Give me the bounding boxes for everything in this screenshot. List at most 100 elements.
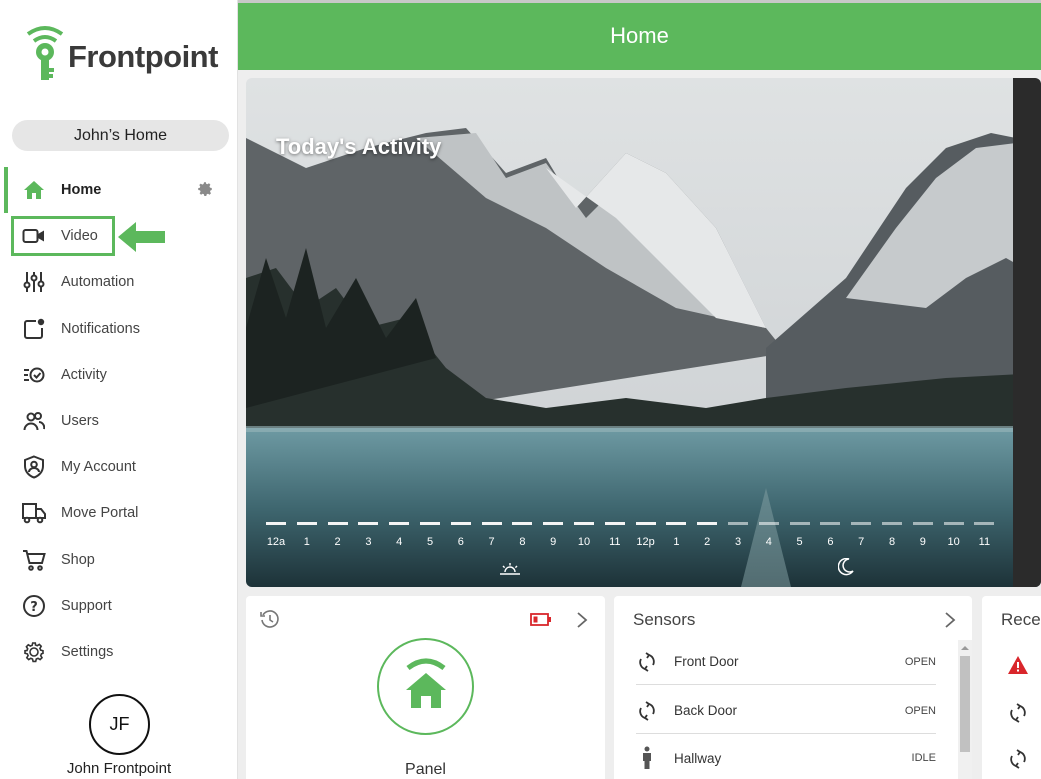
sidebar-item-my-account[interactable]: My Account: [0, 444, 238, 490]
timeline-hour-segment[interactable]: [420, 522, 440, 525]
sensor-row[interactable]: Hallway IDLE: [636, 735, 936, 779]
sidebar-item-label: Notifications: [61, 320, 140, 337]
timeline-hour-segment[interactable]: [327, 522, 348, 525]
sidebar-item-notifications[interactable]: Notifications: [0, 306, 238, 352]
timeline-hour-segment[interactable]: [851, 522, 872, 525]
timeline-hour-label: 7: [488, 536, 495, 548]
timeline-hour-label: 6: [827, 536, 834, 548]
chevron-right-icon[interactable]: [944, 611, 956, 629]
video-highlight-box: [11, 216, 115, 256]
timeline-hour-segment[interactable]: [389, 522, 410, 525]
timeline-hour-segment[interactable]: [758, 522, 779, 525]
timeline-hour-segment[interactable]: [296, 522, 317, 525]
question-circle-icon: ?: [22, 594, 46, 618]
shopping-cart-icon: [22, 548, 46, 572]
house-icon: [22, 178, 46, 202]
sidebar-item-users[interactable]: Users: [0, 398, 238, 444]
scroll-up-arrow-icon[interactable]: [958, 642, 972, 654]
timeline-hour-label: 2: [704, 536, 711, 548]
sidebar-item-label: My Account: [61, 459, 136, 476]
timeline-hour-segment[interactable]: [266, 522, 286, 525]
timeline-hour-label: 8: [888, 536, 896, 548]
sidebar-item-automation[interactable]: Automation: [0, 259, 238, 305]
recent-title: Recen: [1001, 610, 1041, 629]
chevron-right-icon[interactable]: [576, 611, 588, 629]
sensors-card[interactable]: Sensors Front Door OPEN Back Door OPEN H…: [614, 596, 972, 779]
panel-label: Panel: [405, 761, 446, 778]
user-avatar[interactable]: JF: [89, 694, 150, 755]
timeline-hour-segment[interactable]: [912, 522, 933, 525]
timeline-hour-segment[interactable]: [450, 522, 471, 525]
activity-title: Today's Activity: [276, 134, 442, 159]
sensors-title: Sensors: [633, 610, 696, 629]
sidebar-item-shop[interactable]: Shop: [0, 537, 238, 583]
timeline-hour-segment[interactable]: [512, 522, 533, 525]
sidebar-item-settings[interactable]: Settings: [0, 629, 238, 675]
sensor-name: Front Door: [674, 654, 739, 669]
sensor-row[interactable]: Back Door OPEN: [636, 688, 936, 734]
todays-activity-card[interactable]: Today's Activity 12a 1 2 3 4 5 6 7 8 9 10 11 12p 1 2 3 4…: [246, 78, 1041, 587]
timeline-hour-label: 7: [858, 536, 865, 548]
timeline-hour-segment[interactable]: [635, 522, 656, 525]
pointer-arrow-icon: [118, 222, 165, 252]
door-sensor-icon: [1010, 703, 1026, 723]
door-sensor-icon: [636, 651, 658, 672]
sidebar-item-home[interactable]: Home: [0, 167, 238, 214]
history-clock-icon[interactable]: [260, 610, 280, 630]
moon-icon: [838, 558, 854, 576]
timeline-hour-segment[interactable]: [604, 522, 625, 525]
sensors-scrollbar[interactable]: [958, 640, 972, 779]
timeline-hour-segment[interactable]: [574, 522, 594, 525]
users-icon: [22, 409, 46, 433]
timeline-hour-label: 10: [577, 536, 591, 548]
image-edge-strip: [1013, 78, 1041, 587]
timeline-hour-label: 12a: [266, 536, 286, 548]
notification-square-icon: [22, 317, 46, 341]
recent-card[interactable]: Recen: [982, 596, 1041, 779]
person-motion-icon: [636, 746, 658, 770]
timeline-hour-segment[interactable]: [943, 522, 964, 525]
timeline-hour-segment[interactable]: [543, 522, 564, 525]
timeline-hour-label: 3: [365, 536, 372, 548]
svg-text:?: ?: [30, 600, 38, 615]
timeline-hour-segment[interactable]: [728, 522, 748, 525]
timeline-hour-label: 9: [550, 536, 557, 548]
gear-icon: [22, 640, 46, 664]
timeline-hour-label: 11: [609, 536, 621, 548]
sidebar-item-label: Settings: [61, 643, 114, 660]
home-selector[interactable]: John’s Home: [12, 120, 229, 151]
alert-triangle-icon: [1008, 656, 1028, 674]
timeline-hour-label: 4: [765, 536, 772, 548]
timeline-hour-segment[interactable]: [820, 522, 841, 525]
sidebar: Frontpoint John’s Home Home Video Automa…: [0, 0, 238, 779]
sidebar-item-label: Activity: [61, 366, 107, 383]
timeline-hour-segment[interactable]: [974, 522, 995, 525]
timeline-hour-segment[interactable]: [358, 522, 379, 525]
timeline-hour-segment[interactable]: [697, 522, 718, 525]
timeline-hour-segment[interactable]: [882, 522, 902, 525]
timeline-hour-label: 11: [978, 536, 991, 548]
timeline-hour-segment[interactable]: [789, 522, 810, 525]
sidebar-item-support[interactable]: ? Support: [0, 583, 238, 629]
home-settings-gear-icon[interactable]: [196, 180, 214, 202]
timeline-hour-label: 4: [396, 536, 403, 548]
frontpoint-logo[interactable]: Frontpoint: [26, 24, 226, 84]
sidebar-item-label: Support: [61, 597, 112, 614]
timeline-hour-label: 6: [457, 536, 464, 548]
panel-status-button[interactable]: [377, 638, 474, 735]
timeline-hour-label: 1: [303, 536, 310, 548]
timeline-hour-label: 5: [796, 536, 803, 548]
scrollbar-thumb[interactable]: [960, 656, 970, 752]
sidebar-item-label: Users: [61, 413, 99, 430]
timeline-hour-segment[interactable]: [666, 522, 687, 525]
sensor-name: Hallway: [674, 750, 722, 766]
activity-list-icon: [22, 363, 46, 387]
timeline-hour-label: 3: [734, 536, 742, 548]
sidebar-item-label: Move Portal: [61, 505, 139, 522]
timeline-hour-segment[interactable]: [481, 522, 502, 525]
sensor-row[interactable]: Front Door OPEN: [636, 639, 936, 685]
panel-card[interactable]: Panel: [246, 596, 605, 779]
sidebar-item-activity[interactable]: Activity: [0, 352, 238, 398]
sensor-status: IDLE: [911, 752, 936, 764]
sidebar-item-move-portal[interactable]: Move Portal: [0, 490, 238, 536]
